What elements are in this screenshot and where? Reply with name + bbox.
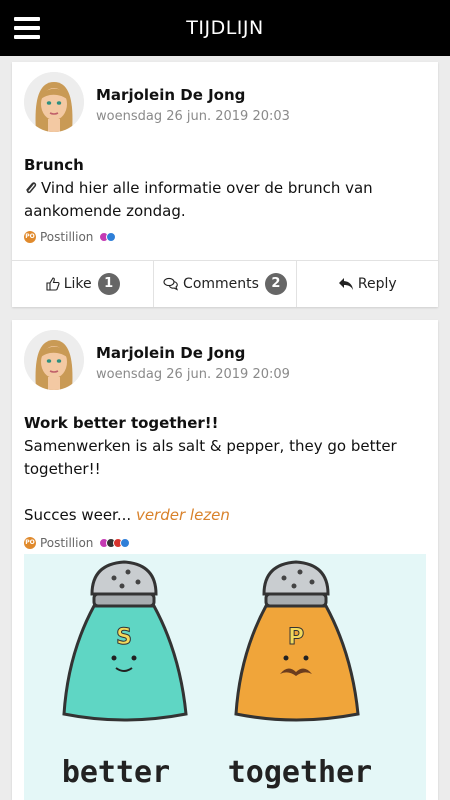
reader-avatars — [99, 538, 131, 548]
thumbs-up-icon — [46, 277, 60, 291]
image-caption-left: better — [62, 755, 170, 790]
author-name[interactable]: Marjolein De Jong — [96, 344, 245, 362]
page-title: TIJDLIJN — [186, 17, 264, 39]
source-name[interactable]: Postillion — [40, 230, 93, 244]
avatar[interactable] — [24, 72, 84, 132]
image-caption-right: together — [228, 755, 373, 790]
comments-button[interactable]: Comments 2 — [154, 261, 297, 307]
mini-avatar — [120, 538, 131, 548]
source-badge: PO — [24, 231, 36, 243]
post-source: PO Postillion — [24, 536, 131, 550]
post-text-line: Succes weer... — [24, 506, 132, 524]
post-text-line: aankomende zondag. — [24, 202, 186, 220]
post-card: Marjolein De Jong woensdag 26 jun. 2019 … — [12, 320, 438, 800]
like-button[interactable]: Like 1 — [12, 261, 155, 307]
post-text-line: Vind hier alle informatie over de brunch… — [41, 179, 373, 197]
post-date: woensdag 26 jun. 2019 20:09 — [96, 367, 290, 382]
post-text-line: together!! — [24, 460, 101, 478]
post-text-line: Samenwerken is als salt & pepper, they g… — [24, 437, 397, 455]
post-image[interactable]: S P better together — [24, 554, 426, 800]
comments-icon — [163, 277, 179, 291]
source-name[interactable]: Postillion — [40, 536, 93, 550]
pepper-letter: P — [288, 625, 304, 650]
top-bar: TIJDLIJN — [0, 0, 450, 56]
reader-avatars — [99, 232, 117, 242]
post-actions: Like 1 Comments 2 Reply — [12, 260, 438, 307]
post-date: woensdag 26 jun. 2019 20:03 — [96, 109, 290, 124]
reply-icon — [338, 278, 353, 290]
post-body: Vind hier alle informatie over de brunch… — [24, 177, 424, 223]
salt-letter: S — [116, 625, 132, 650]
avatar[interactable] — [24, 330, 84, 390]
paperclip-icon — [26, 181, 37, 193]
post-title: Work better together!! — [24, 414, 219, 432]
post-source: PO Postillion — [24, 230, 117, 244]
post-title: Brunch — [24, 156, 84, 174]
post-body: Samenwerken is als salt & pepper, they g… — [24, 435, 424, 527]
comments-label: Comments — [183, 276, 259, 292]
mini-avatar — [106, 232, 117, 242]
source-badge: PO — [24, 537, 36, 549]
like-count-badge: 1 — [97, 273, 120, 295]
author-name[interactable]: Marjolein De Jong — [96, 86, 245, 104]
post-card: Marjolein De Jong woensdag 26 jun. 2019 … — [12, 62, 438, 307]
like-label: Like — [63, 276, 92, 292]
read-more-link[interactable]: verder lezen — [136, 506, 230, 524]
reply-label: Reply — [357, 276, 397, 292]
comments-count-badge: 2 — [264, 273, 287, 295]
reply-button[interactable]: Reply — [297, 261, 438, 307]
